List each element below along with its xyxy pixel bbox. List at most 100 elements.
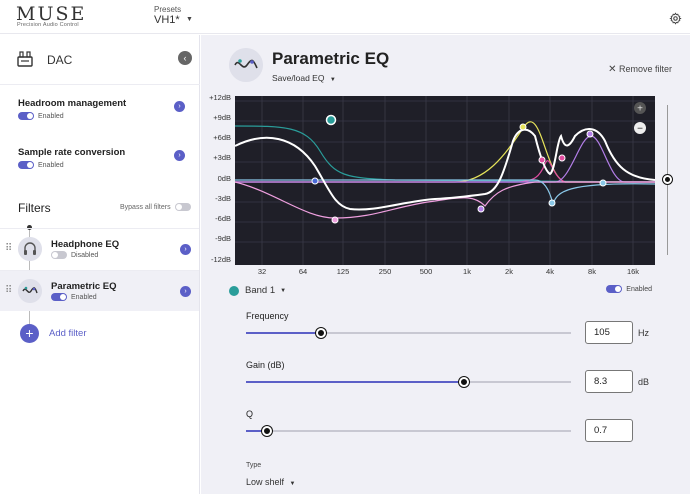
y-tick-label: +3dB: [213, 153, 231, 162]
x-tick-label: 8k: [588, 267, 596, 276]
band-selector-dropdown[interactable]: Band 1 ▼: [229, 285, 286, 296]
y-tick-label: +6dB: [213, 133, 231, 142]
presets-label: Presets: [154, 5, 182, 14]
band-node: [558, 154, 566, 162]
gain-slider-fill: [246, 381, 464, 383]
collapse-sidebar-button[interactable]: ‹: [178, 51, 192, 65]
chevron-right-icon[interactable]: ›: [174, 101, 185, 112]
svg-text:−: −: [637, 124, 643, 135]
master-gain-thumb[interactable]: [663, 175, 672, 184]
app-logo-subtitle: Precision Audio Control: [17, 22, 79, 28]
app-header: MUSE Precision Audio Control Presets VH1…: [0, 0, 690, 34]
dac-label: DAC: [47, 53, 73, 67]
svg-text:+: +: [637, 104, 643, 115]
band-enabled-label: Enabled: [626, 285, 652, 293]
band-node: [311, 177, 319, 185]
y-tick-label: -3dB: [215, 194, 231, 203]
x-tick-label: 1k: [463, 267, 471, 276]
gear-icon[interactable]: [669, 12, 682, 25]
band-node: [331, 216, 339, 224]
x-tick-label: 4k: [546, 267, 554, 276]
y-tick-label: -12dB: [210, 255, 231, 264]
drag-handle-icon[interactable]: ⠿: [5, 243, 12, 254]
gain-slider[interactable]: [246, 377, 571, 387]
chevron-down-icon: ▼: [329, 77, 336, 83]
gain-unit: dB: [638, 377, 650, 387]
add-filter-button[interactable]: +: [20, 324, 39, 343]
frequency-slider-thumb[interactable]: [315, 328, 326, 338]
band-label: Band 1: [245, 285, 276, 296]
x-tick-label: 500: [419, 267, 433, 276]
chevron-right-icon[interactable]: ›: [174, 150, 185, 161]
filters-title: Filters: [18, 201, 51, 215]
q-slider-thumb[interactable]: [262, 426, 273, 436]
filter-type-dropdown[interactable]: Low shelf ▼: [246, 477, 296, 487]
drag-handle-icon[interactable]: ⠿: [5, 285, 12, 296]
bypass-all-filters[interactable]: Bypass all filters: [120, 203, 191, 211]
setting-status: Enabled: [38, 112, 64, 120]
remove-filter-button[interactable]: ✕ Remove filter: [608, 64, 672, 75]
headphone-eq-toggle[interactable]: [51, 251, 67, 259]
q-input[interactable]: 0.7: [585, 419, 633, 442]
x-tick-label: 250: [378, 267, 392, 276]
eq-frequency-response-graph[interactable]: + −: [235, 96, 655, 265]
dac-device-icon: [17, 51, 33, 67]
setting-title: Sample rate conversion: [18, 147, 126, 158]
band-node: [548, 199, 556, 207]
eq-curve-icon: [229, 48, 263, 82]
headphone-icon: [18, 237, 42, 261]
page-title: Parametric EQ: [272, 49, 390, 68]
band-enabled-control[interactable]: Enabled: [606, 285, 652, 293]
q-slider[interactable]: [246, 426, 571, 436]
headroom-toggle[interactable]: [18, 112, 34, 120]
x-tick-label: 2k: [505, 267, 513, 276]
filter-name: Parametric EQ: [51, 281, 117, 292]
band-node: [519, 123, 527, 131]
frequency-slider[interactable]: [246, 328, 571, 338]
chevron-down-icon[interactable]: ▼: [186, 16, 193, 23]
presets-dropdown[interactable]: VH1*: [154, 14, 180, 26]
main-panel: Parametric EQ Save/load EQ ▼ ✕ Remove fi…: [201, 35, 690, 494]
save-load-label: Save/load EQ: [272, 73, 325, 83]
band-color-dot: [229, 285, 239, 296]
y-tick-label: +12dB: [209, 93, 231, 102]
sidebar: DAC ‹ Headroom management Enabled › Samp…: [0, 35, 200, 494]
filter-status: Disabled: [71, 251, 99, 259]
setting-status: Enabled: [38, 161, 64, 169]
headroom-management-setting[interactable]: Headroom management Enabled ›: [18, 98, 193, 120]
bypass-toggle[interactable]: [174, 203, 191, 211]
sample-rate-toggle[interactable]: [18, 161, 34, 169]
filter-item-headphone-eq[interactable]: ⠿ Headphone EQ Disabled ›: [0, 228, 199, 269]
x-tick-label: 32: [257, 267, 267, 276]
frequency-slider-fill: [246, 332, 321, 334]
frequency-input[interactable]: 105: [585, 321, 633, 344]
sample-rate-conversion-setting[interactable]: Sample rate conversion Enabled ›: [18, 147, 193, 169]
gain-slider-thumb[interactable]: [458, 377, 469, 387]
save-load-eq-dropdown[interactable]: Save/load EQ ▼: [272, 73, 336, 83]
add-filter-label[interactable]: Add filter: [49, 328, 87, 339]
eq-curve-icon: [18, 279, 42, 303]
y-tick-label: 0dB: [217, 174, 231, 183]
close-icon: ✕: [608, 64, 617, 75]
dac-section: DAC ‹: [0, 35, 200, 85]
filter-status: Enabled: [71, 293, 97, 301]
x-tick-label: 64: [298, 267, 308, 276]
setting-title: Headroom management: [18, 98, 127, 109]
band-node: [538, 156, 546, 164]
x-tick-label: 125: [336, 267, 350, 276]
filter-item-parametric-eq[interactable]: ⠿ Parametric EQ Enabled ›: [0, 270, 199, 311]
type-label: Type: [246, 462, 262, 469]
parametric-eq-toggle[interactable]: [51, 293, 67, 301]
bypass-label: Bypass all filters: [120, 203, 171, 211]
chevron-right-icon[interactable]: ›: [180, 244, 191, 255]
gain-label: Gain (dB): [246, 360, 285, 370]
y-tick-label: -9dB: [215, 234, 231, 243]
y-tick-label: -6dB: [215, 214, 231, 223]
gain-input[interactable]: 8.3: [585, 370, 633, 393]
band-enabled-toggle[interactable]: [606, 285, 623, 293]
frequency-unit: Hz: [638, 328, 649, 338]
band-node: [599, 179, 607, 187]
frequency-label: Frequency: [246, 311, 289, 321]
remove-filter-label: Remove filter: [618, 64, 672, 74]
chevron-right-icon[interactable]: ›: [180, 286, 191, 297]
